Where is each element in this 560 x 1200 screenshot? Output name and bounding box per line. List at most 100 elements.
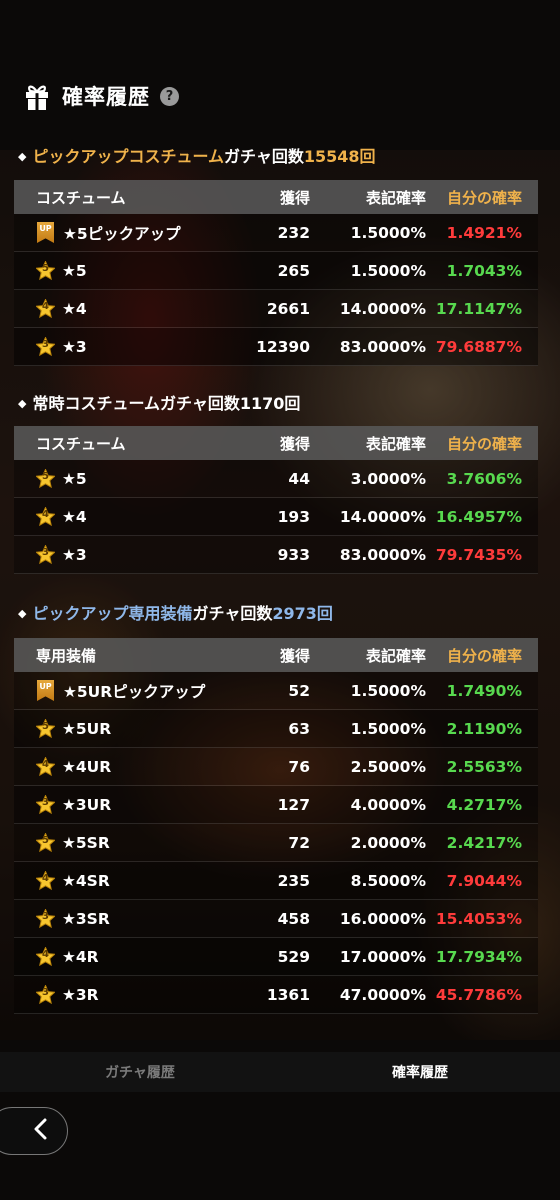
my-rate: 79.7435% xyxy=(435,545,522,564)
star-badge-number: 3 xyxy=(42,986,49,998)
table-row: 4 ★4 2661 14.0000% 17.1147% xyxy=(14,290,538,328)
star-badge-icon: 4 xyxy=(36,756,55,777)
section-banner-name: 常時コスチューム xyxy=(32,394,160,413)
help-icon[interactable]: ? xyxy=(160,86,179,106)
table-row: 5 ★5 44 3.0000% 3.7606% xyxy=(14,460,538,498)
section-banner-name: ピックアップコスチューム xyxy=(32,147,224,166)
my-rate: 17.1147% xyxy=(435,299,522,318)
table-row: UP ★5URピックアップ 52 1.5000% 1.7490% xyxy=(14,672,538,710)
my-rate: 1.7490% xyxy=(446,681,522,700)
header-category: 専用装備 xyxy=(36,646,97,665)
star-badge-number: 4 xyxy=(42,872,49,884)
section-count: 1170回 xyxy=(239,394,301,413)
my-rate: 2.1190% xyxy=(446,719,522,738)
get-count: 127 xyxy=(277,795,310,814)
table-row: 4 ★4SR 235 8.5000% 7.9044% xyxy=(14,862,538,900)
get-count: 458 xyxy=(277,909,310,928)
rarity-name: ★3SR xyxy=(62,909,110,928)
rarity-name: ★4SR xyxy=(62,871,110,890)
get-count: 44 xyxy=(288,469,310,488)
star-badge-number: 5 xyxy=(42,720,49,732)
header-rate: 表記確率 xyxy=(365,188,426,207)
table-row: 3 ★3 12390 83.0000% 79.6887% xyxy=(14,328,538,366)
table-row: 3 ★3R 1361 47.0000% 45.7786% xyxy=(14,976,538,1014)
table-row: 5 ★5UR 63 1.5000% 2.1190% xyxy=(14,710,538,748)
rarity-cell: 5 ★5 xyxy=(14,260,254,281)
header-get: 獲得 xyxy=(279,646,310,665)
table-body: 5 ★5 44 3.0000% 3.7606% 4 ★4 193 14.0000% 16.4957… xyxy=(14,460,538,574)
my-rate: 7.9044% xyxy=(446,871,522,890)
table-row: 4 ★4R 529 17.0000% 17.7934% xyxy=(14,938,538,976)
section-title: ◆ ピックアップコスチュームガチャ回数15548回 xyxy=(18,143,376,167)
rarity-cell: UP ★5URピックアップ xyxy=(14,680,254,702)
listed-rate: 17.0000% xyxy=(339,947,426,966)
rarity-cell: 4 ★4 xyxy=(14,506,254,527)
star-badge-icon: 5 xyxy=(36,718,55,739)
probability-table: コスチューム 獲得 表記確率 自分の確率 UP ★5ピックアップ 232 1.5000% 1.4… xyxy=(14,180,538,366)
table-row: 4 ★4 193 14.0000% 16.4957% xyxy=(14,498,538,536)
listed-rate: 14.0000% xyxy=(339,507,426,526)
star-badge-icon: 4 xyxy=(36,946,55,967)
rarity-cell: 3 ★3UR xyxy=(14,794,254,815)
header-my-rate: 自分の確率 xyxy=(446,434,522,453)
rarity-cell: 4 ★4UR xyxy=(14,756,254,777)
rarity-cell: 3 ★3SR xyxy=(14,908,254,929)
header-get: 獲得 xyxy=(279,188,310,207)
back-button[interactable] xyxy=(0,1107,68,1155)
get-count: 76 xyxy=(288,757,310,776)
listed-rate: 1.5000% xyxy=(350,719,426,738)
tab-gacha-history[interactable]: ガチャ履歴 xyxy=(0,1062,280,1082)
rarity-cell: UP ★5ピックアップ xyxy=(14,222,254,244)
tab-probability-history[interactable]: 確率履歴 xyxy=(280,1062,560,1082)
star-badge-icon: 3 xyxy=(36,984,55,1005)
listed-rate: 16.0000% xyxy=(339,909,426,928)
bottom-tab-bar: ガチャ履歴 確率履歴 xyxy=(0,1052,560,1092)
section-count: 2973回 xyxy=(272,604,333,623)
header-category: コスチューム xyxy=(36,188,126,207)
back-arrow-icon xyxy=(33,1118,49,1144)
rarity-name: ★4 xyxy=(62,507,87,526)
header-my-rate: 自分の確率 xyxy=(446,188,522,207)
get-count: 12390 xyxy=(256,337,310,356)
rarity-name: ★3 xyxy=(62,545,87,564)
header-category: コスチューム xyxy=(36,434,126,453)
rarity-name: ★4R xyxy=(62,947,99,966)
probability-table: コスチューム 獲得 表記確率 自分の確率 5 ★5 44 3.0000% 3.7606% 4 ★4 1… xyxy=(14,426,538,574)
my-rate: 79.6887% xyxy=(435,337,522,356)
rarity-cell: 5 ★5 xyxy=(14,468,254,489)
rarity-cell: 4 ★4SR xyxy=(14,870,254,891)
listed-rate: 1.5000% xyxy=(350,681,426,700)
get-count: 265 xyxy=(277,261,310,280)
rarity-cell: 5 ★5SR xyxy=(14,832,254,853)
get-count: 1361 xyxy=(266,985,310,1004)
table-body: UP ★5ピックアップ 232 1.5000% 1.4921% 5 ★5 265 1.5000%… xyxy=(14,214,538,366)
star-badge-number: 5 xyxy=(42,262,49,274)
table-row: UP ★5ピックアップ 232 1.5000% 1.4921% xyxy=(14,214,538,252)
my-rate: 45.7786% xyxy=(435,985,522,1004)
my-rate: 4.2717% xyxy=(446,795,522,814)
table-row: 4 ★4UR 76 2.5000% 2.5563% xyxy=(14,748,538,786)
header-rate: 表記確率 xyxy=(365,646,426,665)
rarity-name: ★5SR xyxy=(62,833,110,852)
star-badge-number: 5 xyxy=(42,834,49,846)
my-rate: 17.7934% xyxy=(435,947,522,966)
get-count: 72 xyxy=(288,833,310,852)
star-badge-number: 4 xyxy=(42,758,49,770)
listed-rate: 2.5000% xyxy=(350,757,426,776)
rarity-name: ★4UR xyxy=(62,757,112,776)
listed-rate: 8.5000% xyxy=(350,871,426,890)
rarity-cell: 5 ★5UR xyxy=(14,718,254,739)
star-badge-icon: 5 xyxy=(36,832,55,853)
rarity-name: ★5ピックアップ xyxy=(63,224,181,243)
star-badge-number: 3 xyxy=(42,546,49,558)
star-badge-icon: 4 xyxy=(36,506,55,527)
listed-rate: 14.0000% xyxy=(339,299,426,318)
listed-rate: 1.5000% xyxy=(350,223,426,242)
table-body: UP ★5URピックアップ 52 1.5000% 1.7490% 5 ★5UR 63 1.500… xyxy=(14,672,538,1014)
bottom-edge xyxy=(0,1178,560,1200)
page-header: 確率履歴 ? xyxy=(24,80,179,112)
star-badge-number: 3 xyxy=(42,796,49,808)
section-count-label: ガチャ回数 xyxy=(160,394,240,413)
star-badge-icon: 3 xyxy=(36,336,55,357)
table-row: 5 ★5 265 1.5000% 1.7043% xyxy=(14,252,538,290)
